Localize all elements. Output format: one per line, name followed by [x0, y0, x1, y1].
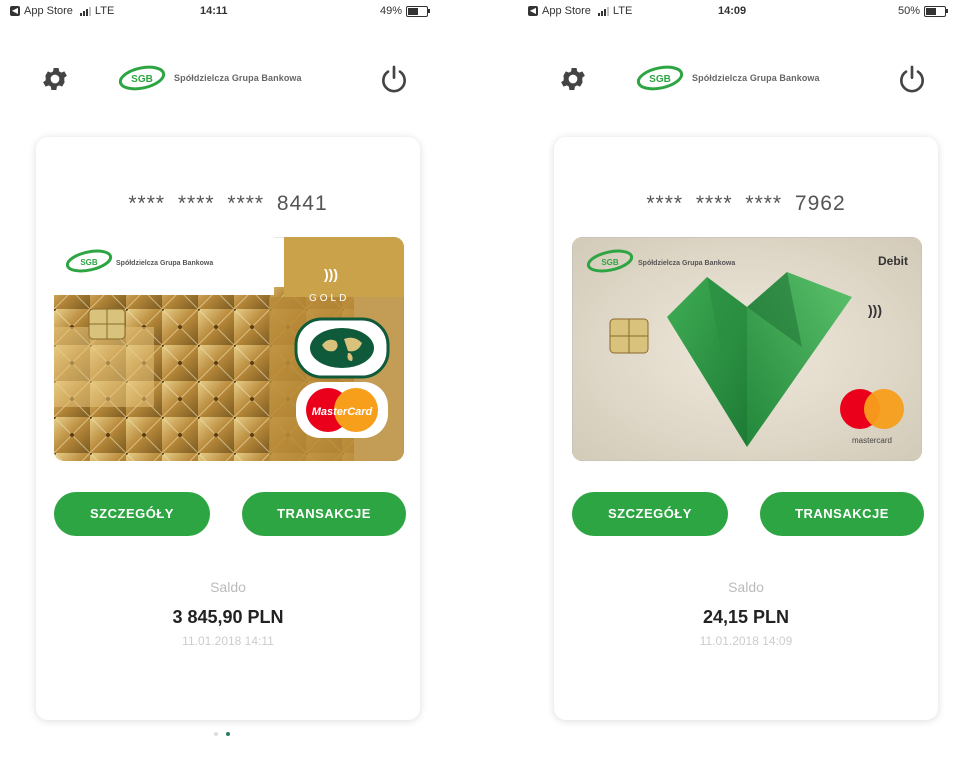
- gold-label: GOLD: [309, 293, 349, 304]
- bank-brand: SGB Spółdzielcza Grupa Bankowa: [118, 65, 302, 91]
- battery-percent: 50%: [897, 5, 920, 17]
- svg-text:))): ))): [868, 302, 882, 318]
- mastercard-logo: MasterCard: [312, 406, 373, 418]
- balance-datetime: 11.01.2018 14:09: [699, 634, 793, 648]
- signal-icon: [597, 6, 609, 16]
- card-panel: **** **** **** 7962 SGB Spółdzielcza Gru…: [554, 137, 938, 720]
- svg-text:Spółdzielcza Grupa Bankowa: Spółdzielcza Grupa Bankowa: [116, 260, 213, 267]
- page-dot-active[interactable]: [226, 732, 230, 736]
- battery-icon: [924, 5, 948, 17]
- settings-gear-icon[interactable]: [558, 64, 588, 94]
- bank-name: Spółdzielcza Grupa Bankowa: [174, 73, 302, 83]
- battery-icon: [406, 5, 430, 17]
- status-time: 14:11: [200, 5, 228, 17]
- mastercard-logo: mastercard: [852, 436, 892, 445]
- debit-label: Debit: [878, 254, 908, 268]
- card-panel: **** **** **** 8441 SGB Spółdzielcza Gru…: [36, 137, 420, 720]
- details-button[interactable]: SZCZEGÓŁY: [572, 492, 728, 536]
- screen-debit-card: ◀ App Store LTE 14:09 50% SGB Spółdzielc…: [518, 0, 958, 769]
- balance-label: Saldo: [210, 579, 246, 595]
- svg-text:SGB: SGB: [649, 74, 671, 85]
- status-network: LTE: [94, 5, 115, 17]
- status-bar: ◀ App Store LTE 14:09 50%: [518, 0, 958, 22]
- transactions-button[interactable]: TRANSAKCJE: [760, 492, 924, 536]
- svg-text:SGB: SGB: [131, 74, 153, 85]
- power-icon[interactable]: [896, 63, 928, 95]
- bank-name: Spółdzielcza Grupa Bankowa: [692, 73, 820, 83]
- app-header: SGB Spółdzielcza Grupa Bankowa: [518, 55, 958, 105]
- status-network: LTE: [612, 5, 633, 17]
- balance-amount: 3 845,90 PLN: [172, 607, 284, 627]
- svg-text:Spółdzielcza Grupa Bankowa: Spółdzielcza Grupa Bankowa: [638, 260, 735, 267]
- transactions-button[interactable]: TRANSAKCJE: [242, 492, 406, 536]
- back-to-app-icon[interactable]: ◀: [10, 6, 20, 16]
- power-icon[interactable]: [378, 63, 410, 95]
- status-carrier[interactable]: App Store: [24, 5, 73, 17]
- balance-amount: 24,15 PLN: [702, 607, 790, 627]
- bank-brand: SGB Spółdzielcza Grupa Bankowa: [636, 65, 820, 91]
- battery-percent: 49%: [379, 5, 402, 17]
- balance-datetime: 11.01.2018 14:11: [182, 634, 274, 648]
- page-indicator: [214, 732, 230, 736]
- balance-label: Saldo: [728, 579, 764, 595]
- status-bar: ◀ App Store LTE 14:11 49%: [0, 0, 440, 22]
- page-dot[interactable]: [214, 732, 218, 736]
- sgb-logo: SGB: [636, 65, 684, 91]
- masked-card-number: **** **** **** 7962: [646, 192, 846, 215]
- details-button[interactable]: SZCZEGÓŁY: [54, 492, 210, 536]
- back-to-app-icon[interactable]: ◀: [528, 6, 538, 16]
- svg-text:))): ))): [324, 266, 338, 282]
- masked-card-number: **** **** **** 8441: [128, 192, 328, 215]
- svg-text:SGB: SGB: [80, 258, 98, 267]
- signal-icon: [79, 6, 91, 16]
- gold-card-image[interactable]: SGB Spółdzielcza Grupa Bankowa ))) GOLD …: [54, 237, 404, 461]
- debit-card-image[interactable]: SGB Spółdzielcza Grupa Bankowa Debit )))…: [572, 237, 922, 461]
- settings-gear-icon[interactable]: [40, 64, 70, 94]
- sgb-logo: SGB: [118, 65, 166, 91]
- screen-gold-card: ◀ App Store LTE 14:11 49% SGB Spółdzielc…: [0, 0, 440, 769]
- status-time: 14:09: [718, 5, 747, 17]
- status-carrier[interactable]: App Store: [542, 5, 591, 17]
- app-header: SGB Spółdzielcza Grupa Bankowa: [0, 55, 440, 105]
- svg-text:SGB: SGB: [601, 258, 619, 267]
